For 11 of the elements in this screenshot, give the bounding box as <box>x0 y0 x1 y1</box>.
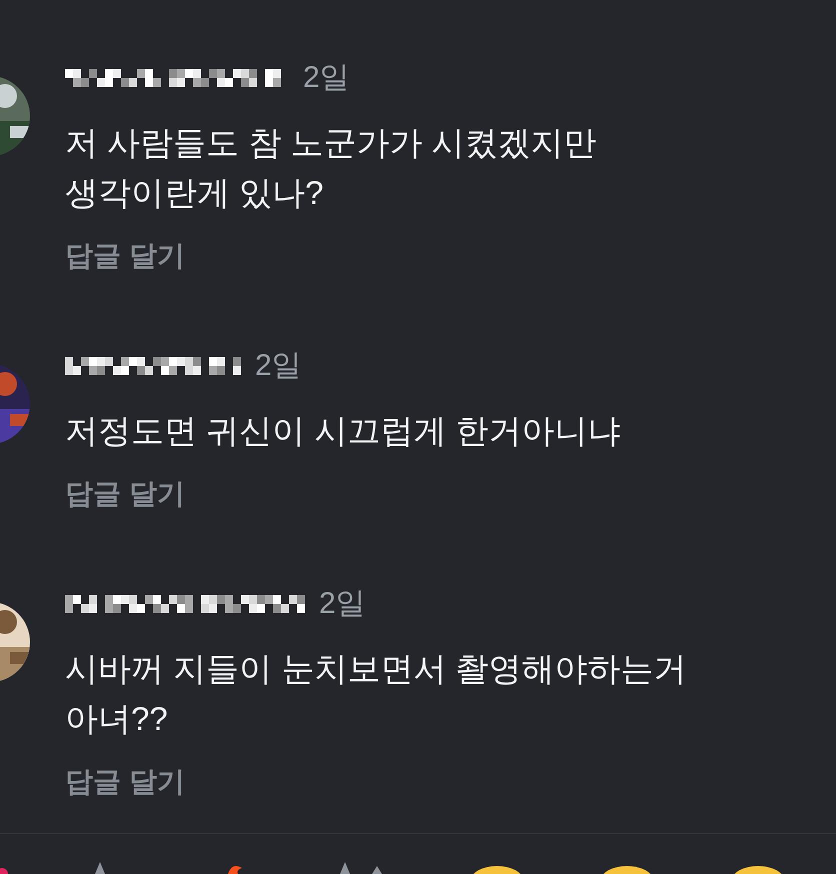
comment-text: 저정도면 귀신이 시끄럽게 한거아니냐 <box>65 411 621 451</box>
reply-link[interactable]: 답글 달기 <box>65 762 185 802</box>
comment-text: 시바꺼 지들이 눈치보면서 촬영해야하는거 <box>65 649 687 689</box>
comment-time: 2일 <box>255 348 302 384</box>
comment-time: 2일 <box>303 60 350 96</box>
reply-link[interactable]: 답글 달기 <box>65 474 185 514</box>
comment-text: 저 사람들도 참 노군가가 시켰겠지만 <box>65 123 597 163</box>
comment-time: 2일 <box>319 586 366 622</box>
reply-link[interactable]: 답글 달기 <box>65 236 185 276</box>
comment-text: 아녀?? <box>65 699 169 739</box>
comment-text: 생각이란게 있나? <box>65 173 325 213</box>
